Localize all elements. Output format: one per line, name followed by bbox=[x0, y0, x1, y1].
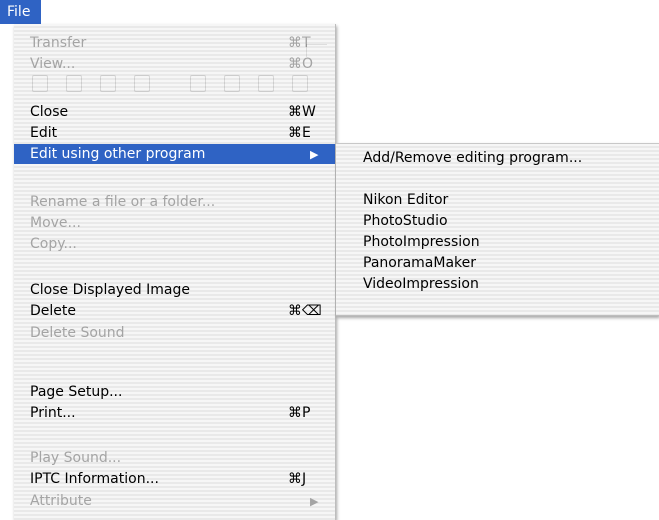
menu-item-iptc-information[interactable]: IPTC Information... ⌘J bbox=[14, 469, 335, 489]
edit-using-other-program-submenu: Add/Remove editing program... Nikon Edit… bbox=[336, 143, 659, 316]
submenu-item-nikon-editor[interactable]: Nikon Editor bbox=[336, 190, 659, 210]
submenu-item-label: Add/Remove editing program... bbox=[363, 150, 583, 166]
menu-item-transfer: Transfer ⌘T bbox=[14, 33, 335, 53]
menu-item-copy: Copy... bbox=[14, 234, 335, 254]
menu-item-print[interactable]: Print... ⌘P bbox=[14, 403, 335, 423]
menu-item-edit[interactable]: Edit ⌘E bbox=[14, 123, 335, 143]
menu-item-label: Play Sound... bbox=[30, 450, 122, 466]
menu-item-label: View... bbox=[30, 56, 76, 72]
submenu-item-videoimpression[interactable]: VideoImpression bbox=[336, 274, 659, 294]
menu-item-label: Delete Sound bbox=[30, 325, 125, 341]
shortcut-label: ⌘E bbox=[288, 125, 311, 141]
menu-item-label: Move... bbox=[30, 215, 81, 231]
menu-item-label: Edit using other program bbox=[30, 146, 206, 162]
menu-item-label: Copy... bbox=[30, 236, 77, 252]
menu-item-delete-sound: Delete Sound bbox=[14, 323, 335, 343]
menu-item-label: Delete bbox=[30, 303, 76, 319]
shortcut-label: ⌘O bbox=[288, 56, 314, 72]
menu-item-label: Edit bbox=[30, 125, 58, 141]
menu-item-label: Page Setup... bbox=[30, 384, 123, 400]
menu-item-attribute: Attribute ▶ bbox=[14, 491, 335, 511]
shortcut-label: ⌘⌫ bbox=[288, 303, 322, 319]
shortcut-label: ⌘W bbox=[288, 104, 316, 120]
menu-item-move: Move... bbox=[14, 213, 335, 233]
submenu-item-label: PhotoStudio bbox=[363, 213, 448, 229]
menu-item-delete[interactable]: Delete ⌘⌫ bbox=[14, 301, 335, 321]
menu-item-label: Rename a file or a folder... bbox=[30, 194, 216, 210]
shortcut-label: ⌘P bbox=[288, 405, 311, 421]
submenu-item-photoimpression[interactable]: PhotoImpression bbox=[336, 232, 659, 252]
submenu-item-add-remove-editing-program[interactable]: Add/Remove editing program... bbox=[336, 148, 659, 168]
shortcut-label: ⌘J bbox=[288, 471, 307, 487]
menu-item-close-displayed-image[interactable]: Close Displayed Image bbox=[14, 280, 335, 300]
menu-item-rename: Rename a file or a folder... bbox=[14, 192, 335, 212]
submenu-arrow-icon: ▶ bbox=[310, 494, 319, 508]
menu-item-page-setup[interactable]: Page Setup... bbox=[14, 382, 335, 402]
menu-item-edit-using-other-program[interactable]: Edit using other program ▶ bbox=[14, 144, 335, 164]
submenu-item-label: VideoImpression bbox=[363, 276, 479, 292]
menu-item-view: View... ⌘O bbox=[14, 54, 335, 74]
submenu-item-label: Nikon Editor bbox=[363, 192, 449, 208]
background-window-edge bbox=[306, 44, 327, 57]
menu-item-label: IPTC Information... bbox=[30, 471, 159, 487]
submenu-arrow-icon: ▶ bbox=[310, 147, 319, 161]
menu-item-label: Close Displayed Image bbox=[30, 282, 190, 298]
menu-item-label: Close bbox=[30, 104, 69, 120]
submenu-item-panoramamaker[interactable]: PanoramaMaker bbox=[336, 253, 659, 273]
menu-item-label: Print... bbox=[30, 405, 76, 421]
menu-item-close[interactable]: Close ⌘W bbox=[14, 102, 335, 122]
file-menu: Transfer ⌘T View... ⌘O Close ⌘W Edit ⌘E … bbox=[14, 24, 336, 520]
submenu-item-label: PhotoImpression bbox=[363, 234, 480, 250]
submenu-item-label: PanoramaMaker bbox=[363, 255, 477, 271]
menu-item-play-sound: Play Sound... bbox=[14, 448, 335, 468]
menu-item-label: Transfer bbox=[30, 35, 87, 51]
file-menu-title[interactable]: File bbox=[0, 0, 41, 24]
submenu-item-photostudio[interactable]: PhotoStudio bbox=[336, 211, 659, 231]
menu-item-label: Attribute bbox=[30, 493, 92, 509]
